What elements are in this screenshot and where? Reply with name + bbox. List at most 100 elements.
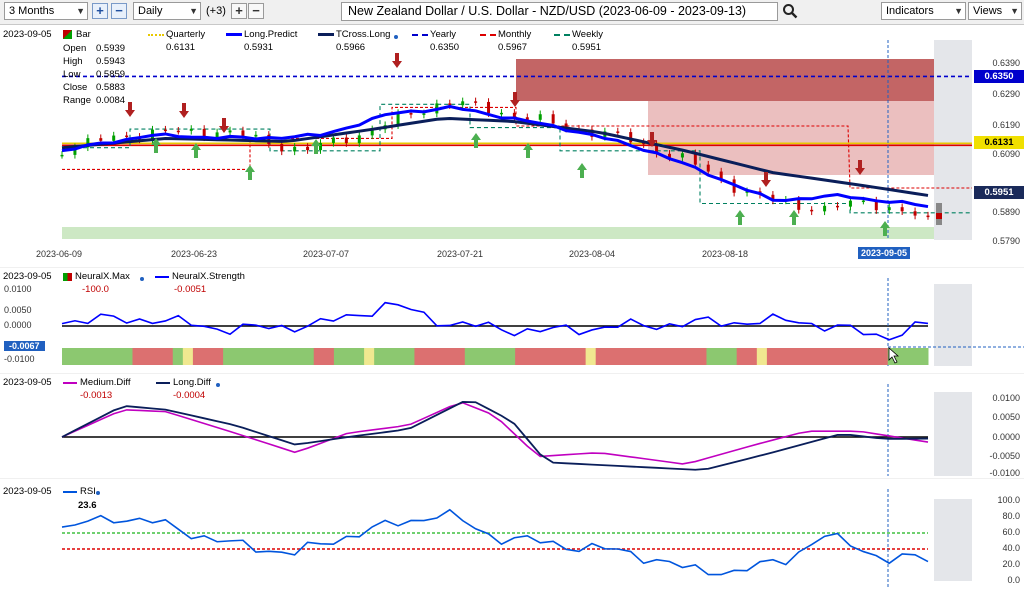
yearly-price-tag: 0.6350	[974, 70, 1024, 83]
strength-y-tick: 0.0000	[4, 320, 32, 330]
range-value: 0.0084	[96, 95, 126, 106]
price-y-tick: 0.6290	[992, 89, 1020, 99]
candle-body	[176, 130, 180, 133]
settings-dot-icon[interactable]	[140, 277, 144, 281]
neuralx-max-cell	[202, 348, 214, 365]
neuralx-max-cell	[807, 348, 818, 365]
range-select-value: 3 Months	[9, 5, 55, 17]
price-y-tick: 0.6190	[992, 120, 1020, 130]
neuralx-max-cell	[646, 348, 657, 365]
legend-long-predict-value: 0.5931	[244, 42, 274, 53]
rsi-pane[interactable]: 2023-09-05 RSI 23.6 100.0 80.0 60.0 40.0…	[0, 479, 1024, 591]
neuralx-max-cell	[847, 348, 859, 365]
neuralx-max-cell	[787, 348, 798, 365]
neuralx-max-cell	[615, 348, 627, 365]
crosshair-date-tag: 2023-09-05	[858, 247, 911, 259]
neuralx-pane[interactable]: 2023-09-05 NeuralX.Max -100.0 NeuralX.St…	[0, 268, 1024, 373]
candle-body	[60, 154, 64, 157]
neuralx-max-cell	[464, 348, 476, 365]
candle-body	[810, 209, 814, 212]
neuralx-max-cell	[354, 348, 365, 365]
candle-body	[99, 138, 103, 141]
neuralx-max-cell	[243, 348, 254, 365]
neuralx-max-cell	[635, 348, 647, 365]
neuralx-max-cell	[686, 348, 697, 365]
neuralx-max-cell	[575, 348, 587, 365]
price-y-tick: 0.6390	[992, 58, 1020, 68]
strength-y-tick: 0.0050	[4, 305, 32, 315]
candle-body	[887, 207, 891, 211]
neuralx-max-cell	[817, 348, 828, 365]
diff-y-tick: 0.0100	[992, 393, 1020, 403]
settings-dot-icon[interactable]	[216, 383, 220, 387]
neuralx-max-cell	[666, 348, 677, 365]
neuralx-max-cell	[656, 348, 667, 365]
open-value: 0.5939	[96, 43, 126, 54]
date-x-tick: 2023-07-07	[303, 249, 350, 259]
neuralx-max-cell	[484, 348, 496, 365]
neuralx-max-cell	[676, 348, 687, 365]
neuralx-max-cell	[364, 348, 375, 365]
medium-diff-swatch	[63, 382, 77, 384]
medium-diff-name: Medium.Diff	[80, 377, 131, 388]
rsi-y-tick: 40.0	[1002, 543, 1020, 553]
price-pane-date: 2023-09-05	[3, 29, 52, 40]
indicators-menu[interactable]: Indicators ▼	[881, 2, 966, 20]
low-value: 0.5859	[96, 69, 126, 80]
long-diff-value: -0.0004	[173, 390, 206, 401]
candle-body	[926, 215, 930, 218]
neuralx-max-cell	[827, 348, 838, 365]
neuralx-max-cell	[495, 348, 506, 365]
forecast-zone	[934, 392, 972, 476]
remove-overlay-button[interactable]: −	[248, 3, 264, 19]
rsi-y-tick: 0.0	[1007, 575, 1020, 585]
neuralx-max-cell	[333, 348, 345, 365]
neuralx-max-cell	[746, 348, 758, 365]
candle-body	[499, 112, 503, 115]
candle-body	[797, 199, 801, 210]
neuralx-max-cell	[766, 348, 778, 365]
neuralx-max-cell	[414, 348, 426, 365]
zoom-out-button[interactable]: −	[111, 3, 127, 19]
date-x-tick: 2023-08-04	[569, 249, 616, 259]
neuralx-max-cell	[92, 348, 103, 365]
add-overlay-button[interactable]: +	[231, 3, 247, 19]
interval-select[interactable]: Daily ▼	[133, 2, 201, 20]
neuralx-max-cell	[565, 348, 577, 365]
price-pane[interactable]: 2023-09-05 Bar Open 0.5939 High 0.5943 L…	[0, 25, 1024, 267]
support-zone	[62, 227, 972, 239]
legend-weekly-name: Weekly	[572, 29, 603, 40]
candle-body	[551, 114, 555, 124]
candle-body	[254, 134, 258, 137]
zoom-in-button[interactable]: +	[92, 3, 108, 19]
settings-dot-icon[interactable]	[96, 491, 100, 495]
settings-dot-icon[interactable]	[394, 35, 398, 39]
chevron-down-icon: ▼	[1010, 6, 1019, 16]
neuralx-max-cell	[102, 348, 113, 365]
rsi-pane-date: 2023-09-05	[3, 486, 52, 497]
low-label: Low	[63, 69, 81, 80]
neuralx-max-cell	[726, 348, 738, 365]
chevron-down-icon: ▼	[954, 6, 963, 16]
symbol-title-field[interactable]: New Zealand Dollar / U.S. Dollar - NZD/U…	[341, 2, 778, 21]
neuralx-max-cell	[233, 348, 244, 365]
neuralx-max-cell	[837, 348, 848, 365]
forecast-zone	[934, 499, 972, 581]
rsi-value: 23.6	[78, 500, 97, 511]
candle-body	[706, 164, 710, 172]
search-icon[interactable]	[782, 3, 798, 19]
weekly-price-tag: 0.5951	[974, 186, 1024, 199]
neuralx-max-cell	[313, 348, 325, 365]
range-select[interactable]: 3 Months ▼	[4, 2, 88, 20]
diff-y-tick: 0.0050	[992, 412, 1020, 422]
neuralx-max-cell	[444, 348, 456, 365]
neuralx-max-cell	[253, 348, 264, 365]
neuralx-max-cell	[394, 348, 405, 365]
views-menu[interactable]: Views ▼	[968, 2, 1022, 20]
close-value: 0.5883	[96, 82, 126, 93]
resistance-zone-upper	[516, 59, 972, 101]
weekly-swatch	[554, 34, 570, 36]
diff-pane[interactable]: 2023-09-05 Medium.Diff -0.0013 Long.Diff…	[0, 374, 1024, 478]
high-value: 0.5943	[96, 56, 126, 67]
neuralx-max-cell	[897, 348, 909, 365]
